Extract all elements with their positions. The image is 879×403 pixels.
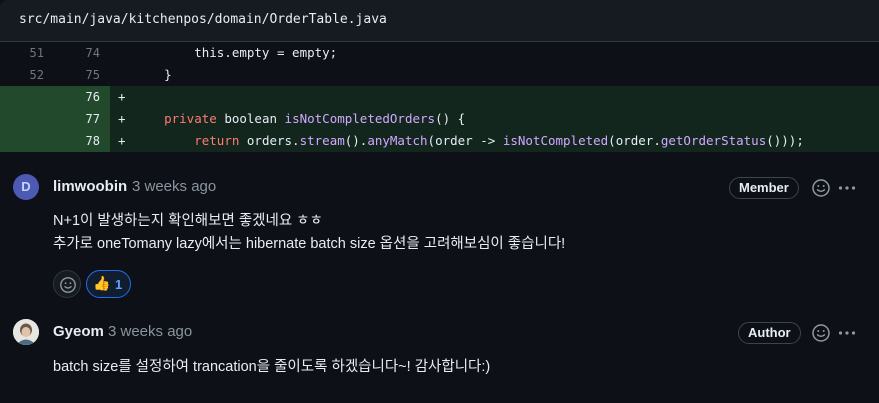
file-header: src/main/java/kitchenpos/domain/OrderTab… [0, 0, 879, 42]
diff-line-added: 76 + [0, 86, 879, 108]
new-line-number[interactable]: 74 [60, 42, 100, 64]
function-name: anyMatch [367, 133, 428, 148]
smiley-icon [60, 277, 76, 293]
avatar[interactable] [13, 319, 39, 345]
diff-add-marker: + [118, 89, 126, 104]
thumbs-up-icon: 👍 [93, 275, 111, 291]
gutter-old [0, 130, 56, 152]
comment-timestamp[interactable]: 3 weeks ago [108, 323, 192, 340]
code-text: (order -> [427, 133, 503, 148]
comment-author[interactable]: Gyeom [53, 323, 104, 340]
function-name: isNotCompleted [502, 133, 609, 148]
diff-line-added: 77 + private boolean isNotCompletedOrder… [0, 108, 879, 130]
gutter-old [0, 108, 56, 130]
code-text: (order. [608, 133, 661, 148]
gutter-old [0, 86, 56, 108]
role-badge: Member [729, 177, 799, 199]
old-line-number[interactable]: 52 [4, 64, 44, 86]
avatar[interactable]: D [13, 174, 39, 200]
comment-timestamp[interactable]: 3 weeks ago [132, 178, 216, 195]
old-line-number[interactable]: 51 [4, 42, 44, 64]
diff-line: 52 75 } [0, 64, 879, 86]
keyword: private [164, 111, 217, 126]
diff-add-marker: + [118, 111, 126, 126]
type: boolean [224, 111, 278, 126]
new-line-number[interactable]: 78 [60, 130, 100, 152]
code-line: return orders.stream().anyMatch(order ->… [134, 130, 804, 152]
code-text: ())); [766, 133, 804, 148]
comment-body-line: N+1이 발생하는지 확인해보면 좋겠네요 ㅎㅎ [53, 213, 323, 229]
avatar-image [13, 319, 39, 345]
function-name: stream [299, 133, 345, 148]
function-name: isNotCompletedOrders [284, 111, 436, 126]
code-text: () { [435, 111, 466, 126]
smiley-icon[interactable] [811, 178, 831, 198]
new-line-number[interactable]: 75 [60, 64, 100, 86]
code-text: (). [344, 133, 368, 148]
kebab-horizontal-icon[interactable] [837, 178, 857, 198]
kebab-horizontal-icon[interactable] [837, 323, 857, 343]
comment-body-line: 추가로 oneTomany lazy에서는 hibernate batch si… [53, 236, 566, 252]
reaction-thumbs-up[interactable]: 👍 1 [86, 270, 131, 298]
file-path[interactable]: src/main/java/kitchenpos/domain/OrderTab… [19, 12, 387, 27]
reaction-count: 1 [115, 277, 123, 292]
new-line-number[interactable]: 76 [60, 86, 100, 108]
smiley-icon[interactable] [811, 323, 831, 343]
diff-line: 51 74 this.empty = empty; [0, 42, 879, 64]
diff-view: 51 74 this.empty = empty; 52 75 } 76 + 7… [0, 42, 879, 152]
function-name: getOrderStatus [660, 133, 767, 148]
keyword: return [194, 133, 240, 148]
diff-add-marker: + [118, 133, 126, 148]
comment-body-line: batch size를 설정하여 trancation을 줄이도록 하겠습니다~… [53, 359, 491, 375]
code-line: this.empty = empty; [134, 45, 338, 60]
code-line: private boolean isNotCompletedOrders() { [134, 108, 465, 130]
code-text: orders. [246, 133, 300, 148]
code-line: } [134, 67, 172, 82]
new-line-number[interactable]: 77 [60, 108, 100, 130]
add-reaction-button[interactable] [53, 270, 81, 298]
comment-author[interactable]: limwoobin [53, 178, 127, 195]
role-badge: Author [738, 322, 801, 344]
diff-line-added: 78 + return orders.stream().anyMatch(ord… [0, 130, 879, 152]
